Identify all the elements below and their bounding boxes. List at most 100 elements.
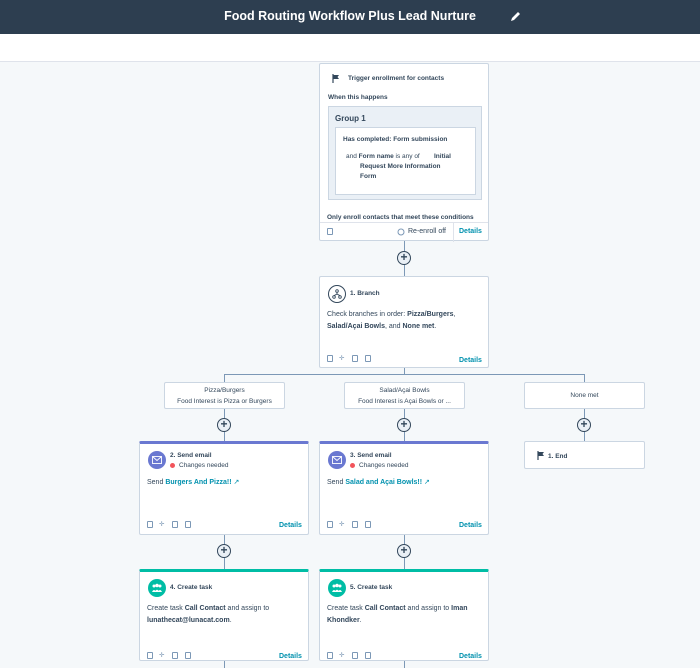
- delete-icon[interactable]: [365, 652, 371, 659]
- add-action-button[interactable]: +: [217, 544, 231, 558]
- task-icon: [148, 579, 166, 597]
- delete-icon[interactable]: [185, 521, 191, 528]
- task-details-link[interactable]: Details: [279, 653, 302, 660]
- copy-icon[interactable]: [327, 652, 333, 659]
- clone-icon[interactable]: [352, 521, 358, 528]
- email-status-text: Changes needed: [359, 462, 409, 469]
- clone-icon[interactable]: [172, 652, 178, 659]
- branch-label-desc: Food Interest is Pizza or Burgers: [177, 398, 272, 405]
- add-action-button[interactable]: +: [397, 251, 411, 265]
- email-icon: [148, 451, 166, 469]
- branch-label-none-met[interactable]: None met: [524, 382, 645, 409]
- connector: [224, 374, 585, 375]
- email-link[interactable]: Salad and Açai Bowls!!: [345, 479, 422, 486]
- email-send-text: Send: [147, 479, 164, 486]
- email-details-link[interactable]: Details: [279, 522, 302, 529]
- branch-name-1: Pizza/Burgers: [407, 311, 454, 318]
- branch-details-link[interactable]: Details: [459, 357, 482, 364]
- divider: [453, 223, 454, 242]
- branch-icon: [328, 285, 346, 303]
- filter-value: Initial Request More Information Form: [360, 153, 451, 180]
- branch-description: Check branches in order: Pizza/Burgers, …: [327, 311, 456, 330]
- move-icon[interactable]: ✛: [339, 651, 344, 661]
- connector: [224, 374, 225, 382]
- branch-label-name: None met: [570, 392, 599, 399]
- clone-icon[interactable]: [352, 355, 358, 362]
- move-icon[interactable]: ✛: [339, 520, 344, 530]
- refresh-icon: [397, 228, 405, 236]
- reenroll-status[interactable]: Re-enroll off: [408, 227, 446, 238]
- copy-icon[interactable]: [147, 521, 153, 528]
- branch-label-name: Pizza/Burgers: [204, 387, 245, 394]
- clone-icon[interactable]: [352, 652, 358, 659]
- email-send-text: Send: [327, 479, 344, 486]
- branch-name-3: None met: [402, 322, 435, 330]
- email-title: 2. Send email: [170, 452, 212, 459]
- warning-dot: [350, 462, 355, 468]
- group-title: Group 1: [335, 114, 366, 123]
- add-action-button[interactable]: +: [397, 418, 411, 432]
- filter-box: Has completed: Form submission and Form …: [335, 127, 476, 195]
- create-task-card-2[interactable]: 5. Create task Create task Call Contact …: [319, 569, 489, 661]
- trigger-details-link[interactable]: Details: [459, 228, 482, 235]
- pencil-icon[interactable]: [510, 10, 522, 22]
- branch-name-2: Salad/Açai Bowls: [327, 322, 385, 330]
- add-action-button[interactable]: +: [217, 418, 231, 432]
- delete-icon[interactable]: [365, 355, 371, 362]
- task-details-link[interactable]: Details: [459, 653, 482, 660]
- trigger-card[interactable]: Trigger enrollment for contacts When thi…: [319, 63, 489, 242]
- delete-icon[interactable]: [365, 521, 371, 528]
- external-link-icon[interactable]: ↗: [424, 479, 430, 486]
- move-icon[interactable]: ✛: [159, 651, 164, 661]
- send-email-card-1[interactable]: 2. Send email Changes needed Send Burger…: [139, 441, 309, 535]
- connector: [584, 374, 585, 382]
- copy-icon[interactable]: [147, 652, 153, 659]
- warning-dot: [170, 462, 175, 468]
- email-status: Changes needed: [350, 461, 409, 471]
- copy-icon[interactable]: [327, 355, 333, 362]
- task-title: 4. Create task: [170, 584, 213, 591]
- workflow-title[interactable]: Food Routing Workflow Plus Lead Nurture: [0, 9, 700, 23]
- external-link-icon[interactable]: ↗: [234, 479, 240, 486]
- task-text-1: Create task: [147, 605, 183, 612]
- flag-icon: [537, 451, 544, 460]
- delete-icon[interactable]: [185, 652, 191, 659]
- task-name: Call Contact: [364, 605, 406, 612]
- copy-icon[interactable]: [327, 521, 333, 528]
- create-task-card-1[interactable]: 4. Create task Create task Call Contact …: [139, 569, 309, 661]
- branch-label-pizza[interactable]: Pizza/Burgers Food Interest is Pizza or …: [164, 382, 285, 409]
- branch-title: 1. Branch: [350, 290, 380, 297]
- task-title: 5. Create task: [350, 584, 393, 591]
- add-action-button[interactable]: +: [577, 418, 591, 432]
- connector: [224, 661, 225, 668]
- filter-has-completed: Has completed: Form submission: [343, 136, 448, 143]
- task-text-1: Create task: [327, 605, 363, 612]
- clone-icon[interactable]: [172, 521, 178, 528]
- trigger-when: When this happens: [328, 94, 388, 101]
- task-text-2: and assign to: [227, 605, 270, 612]
- workflow-canvas[interactable]: + + + + + + Trigger enrollment for conta…: [0, 63, 700, 668]
- flag-icon: [332, 74, 339, 83]
- branch-label-salad[interactable]: Salad/Açai Bowls Food Interest is Açai B…: [344, 382, 465, 409]
- branch-card[interactable]: 1. Branch Check branches in order: Pizza…: [319, 276, 489, 368]
- trigger-title: Trigger enrollment for contacts: [348, 75, 445, 82]
- email-icon: [328, 451, 346, 469]
- branch-label-name: Salad/Açai Bowls: [379, 387, 430, 394]
- filter-group[interactable]: Group 1 Has completed: Form submission a…: [328, 106, 482, 200]
- branch-label-desc: Food Interest is Açai Bowls or ...: [358, 398, 451, 405]
- send-email-card-2[interactable]: 3. Send email Changes needed Send Salad …: [319, 441, 489, 535]
- task-description: Create task Call Contact and assign to l…: [147, 605, 270, 624]
- move-icon[interactable]: ✛: [159, 520, 164, 530]
- copy-icon[interactable]: [327, 228, 333, 235]
- app-header: Food Routing Workflow Plus Lead Nurture: [0, 0, 700, 34]
- connector: [404, 661, 405, 668]
- task-assignee: lunathecat@lunacat.com: [147, 616, 230, 624]
- move-icon[interactable]: ✛: [339, 354, 344, 364]
- add-action-button[interactable]: +: [397, 544, 411, 558]
- email-link[interactable]: Burgers And Pizza!!: [165, 479, 231, 486]
- task-description: Create task Call Contact and assign to I…: [327, 605, 468, 624]
- email-details-link[interactable]: Details: [459, 522, 482, 529]
- task-text-2: and assign to: [407, 605, 450, 612]
- end-card[interactable]: 1. End: [524, 441, 645, 469]
- task-icon: [328, 579, 346, 597]
